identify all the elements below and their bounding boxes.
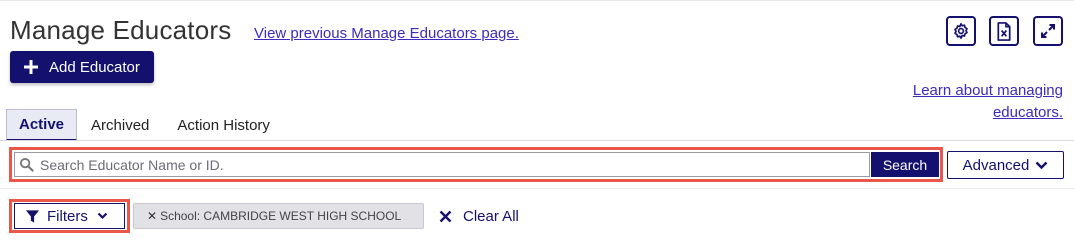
gear-icon bbox=[954, 23, 968, 39]
view-previous-page-link[interactable]: View previous Manage Educators page. bbox=[254, 24, 519, 44]
tab-active[interactable]: Active bbox=[6, 109, 78, 141]
clear-all-label: Clear All bbox=[463, 207, 519, 225]
plus-icon bbox=[24, 60, 38, 74]
filters-label: Filters bbox=[47, 207, 88, 225]
expand-button[interactable] bbox=[1033, 16, 1063, 46]
export-excel-button[interactable] bbox=[989, 16, 1019, 46]
section-divider bbox=[0, 188, 1074, 189]
chevron-down-icon bbox=[97, 212, 108, 220]
search-input[interactable] bbox=[38, 152, 869, 177]
tab-bar: Active Archived Action History bbox=[6, 109, 284, 141]
expand-icon bbox=[1041, 24, 1055, 38]
filter-chip-label: School: CAMBRIDGE WEST HIGH SCHOOL bbox=[160, 209, 402, 223]
remove-chip-icon[interactable]: ✕ bbox=[147, 209, 157, 223]
chevron-down-icon bbox=[1036, 161, 1048, 169]
search-field[interactable] bbox=[14, 152, 870, 177]
settings-button[interactable] bbox=[946, 16, 976, 46]
excel-file-icon bbox=[997, 21, 1011, 41]
funnel-icon bbox=[25, 209, 40, 223]
top-divider bbox=[0, 0, 1074, 1]
page-title: Manage Educators bbox=[10, 15, 232, 45]
tab-divider bbox=[0, 140, 1074, 141]
tab-action-history[interactable]: Action History bbox=[163, 109, 284, 141]
close-icon bbox=[439, 210, 452, 222]
learn-about-managing-link[interactable]: Learn about managing educators. bbox=[893, 80, 1063, 124]
filter-chip[interactable]: ✕ School: CAMBRIDGE WEST HIGH SCHOOL bbox=[133, 203, 424, 229]
filters-button[interactable]: Filters bbox=[14, 203, 125, 229]
add-educator-button[interactable]: Add Educator bbox=[10, 51, 154, 83]
add-educator-label: Add Educator bbox=[49, 58, 140, 76]
clear-all-button[interactable]: Clear All bbox=[439, 205, 519, 227]
search-icon bbox=[19, 157, 34, 172]
tab-archived[interactable]: Archived bbox=[77, 109, 163, 141]
search-button[interactable]: Search bbox=[871, 152, 939, 177]
advanced-label: Advanced bbox=[962, 156, 1030, 174]
advanced-search-button[interactable]: Advanced bbox=[947, 151, 1064, 179]
